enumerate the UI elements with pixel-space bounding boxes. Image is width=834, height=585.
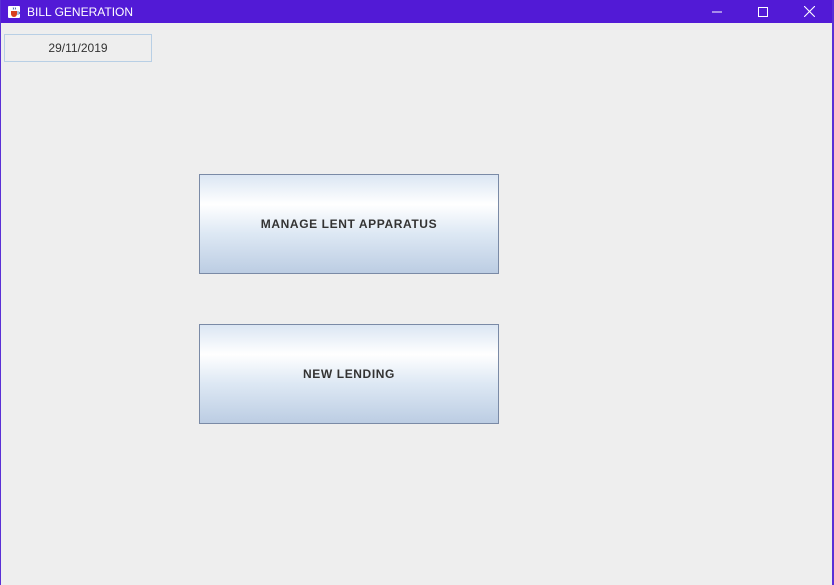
- bill-generation-window: BILL GENERATION 29/11/2019 MANAGE LENT A…: [0, 0, 834, 585]
- close-button[interactable]: [786, 0, 832, 23]
- java-cup-icon: [7, 5, 21, 19]
- close-icon: [803, 6, 815, 17]
- minimize-icon: [712, 11, 722, 12]
- window-title: BILL GENERATION: [27, 4, 134, 19]
- maximize-button[interactable]: [740, 0, 786, 23]
- maximize-icon: [758, 6, 768, 17]
- title-bar[interactable]: BILL GENERATION: [1, 0, 832, 23]
- date-field[interactable]: 29/11/2019: [4, 34, 152, 62]
- minimize-button[interactable]: [694, 0, 740, 23]
- new-lending-button[interactable]: NEW LENDING: [199, 324, 499, 424]
- manage-lent-apparatus-button[interactable]: MANAGE LENT APPARATUS: [199, 174, 499, 274]
- window-controls: [694, 0, 832, 23]
